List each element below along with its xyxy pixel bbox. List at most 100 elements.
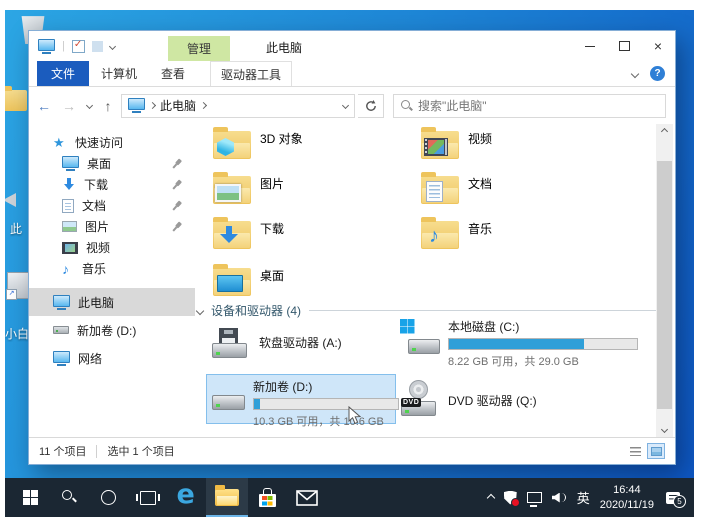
drive-info: 新加卷 (D:) 10.3 GB 可用，共 10.6 GB bbox=[253, 378, 399, 429]
desktop-folder-icon[interactable] bbox=[5, 86, 27, 111]
collapse-group-icon[interactable] bbox=[195, 306, 205, 315]
folder-videos[interactable]: 视频 bbox=[421, 126, 621, 166]
drive-local-c[interactable]: 本地磁盘 (C:) 8.22 GB 可用，共 29.0 GB bbox=[400, 318, 638, 369]
sidebar-item-network[interactable]: 网络 bbox=[29, 344, 195, 372]
computer-icon[interactable] bbox=[38, 38, 55, 54]
minimize-button[interactable] bbox=[573, 31, 607, 61]
sidebar-item-label: 快速访问 bbox=[75, 136, 124, 150]
sidebar-item-new-volume-d[interactable]: 新加卷 (D:) bbox=[29, 316, 195, 344]
vertical-scrollbar[interactable] bbox=[656, 124, 673, 437]
network-tray-button[interactable] bbox=[526, 492, 542, 503]
action-center-button[interactable]: 5 bbox=[666, 491, 686, 508]
group-header[interactable]: 设备和驱动器 (4) bbox=[195, 302, 667, 319]
taskbar-store-button[interactable] bbox=[248, 478, 287, 517]
recent-locations-chevron-icon[interactable] bbox=[83, 94, 95, 118]
desktop-shortcut-icon[interactable]: ↗ bbox=[6, 272, 30, 300]
expand-ribbon-icon[interactable] bbox=[630, 69, 640, 78]
capacity-bar-fill bbox=[254, 399, 260, 409]
drive-new-volume-d[interactable]: 新加卷 (D:) 10.3 GB 可用，共 10.6 GB bbox=[206, 374, 399, 428]
search-box[interactable] bbox=[393, 93, 666, 118]
back-button[interactable]: ← bbox=[33, 94, 55, 118]
window-title: 此电脑 bbox=[266, 41, 303, 55]
ribbon-tab-view[interactable]: 查看 bbox=[149, 61, 197, 86]
taskbar-start-button[interactable] bbox=[11, 478, 50, 517]
folder-3d-objects[interactable]: 3D 对象 bbox=[213, 126, 413, 166]
desktop-arrow-icon bbox=[5, 193, 16, 207]
forward-button[interactable]: → bbox=[58, 94, 80, 118]
address-toolbar: ← → ↑ 此电脑 bbox=[29, 87, 675, 124]
drive-name: 新加卷 (D:) bbox=[253, 380, 313, 394]
start-icon bbox=[23, 490, 38, 505]
address-bar[interactable]: 此电脑 bbox=[121, 93, 355, 118]
input-language-indicator[interactable]: 英 bbox=[577, 488, 590, 507]
capacity-text: 10.3 GB 可用，共 10.6 GB bbox=[253, 416, 384, 428]
sidebar-item-quick-access[interactable]: 快速访问 bbox=[29, 132, 195, 153]
maximize-button[interactable] bbox=[607, 31, 641, 61]
file-explorer-icon bbox=[215, 485, 239, 506]
folder-documents[interactable]: 文档 bbox=[421, 171, 621, 211]
breadcrumb[interactable]: 此电脑 bbox=[160, 97, 196, 114]
scrollbar-thumb[interactable] bbox=[657, 161, 672, 409]
taskbar-search-button[interactable] bbox=[50, 478, 89, 517]
sidebar-item-videos[interactable]: 视频 bbox=[29, 237, 195, 258]
drive-floppy-a[interactable]: 软盘驱动器 (A:) bbox=[211, 322, 342, 360]
checkbox-icon[interactable] bbox=[71, 39, 85, 53]
3d-objects-overlay-icon bbox=[217, 138, 234, 156]
documents-overlay-icon bbox=[426, 181, 443, 202]
up-button[interactable]: ↑ bbox=[98, 94, 118, 118]
sidebar-item-this-pc[interactable]: 此电脑 bbox=[29, 288, 195, 316]
system-drive-icon bbox=[400, 318, 442, 356]
folder-icon bbox=[421, 217, 459, 249]
drive-name: 本地磁盘 (C:) bbox=[448, 320, 520, 334]
breadcrumb-chevron-icon[interactable] bbox=[199, 101, 208, 110]
taskbar-file-explorer-button[interactable] bbox=[206, 478, 248, 517]
details-view-icon bbox=[629, 446, 641, 456]
tray-overflow-button[interactable] bbox=[486, 493, 495, 502]
sidebar-item-music[interactable]: 音乐 bbox=[29, 258, 195, 279]
chevron-up-icon bbox=[486, 493, 495, 502]
refresh-button[interactable] bbox=[358, 93, 384, 118]
sidebar-item-label: 此电脑 bbox=[78, 295, 115, 310]
status-bar: 11 个项目 选中 1 个项目 bbox=[29, 437, 675, 464]
titlebar: | 管理 此电脑 × bbox=[29, 31, 675, 61]
ribbon-tab-drive-tools[interactable]: 驱动器工具 bbox=[210, 61, 293, 86]
folder-desktop[interactable]: 桌面 bbox=[213, 263, 413, 303]
taskbar-buttons bbox=[11, 478, 326, 517]
security-tray-button[interactable] bbox=[503, 490, 520, 507]
help-icon[interactable]: ? bbox=[650, 66, 665, 81]
folder-pictures[interactable]: 图片 bbox=[213, 171, 413, 211]
taskbar-mail-button[interactable] bbox=[287, 478, 326, 517]
clock[interactable]: 16:44 2020/11/19 bbox=[600, 483, 654, 512]
scroll-up-button[interactable] bbox=[656, 124, 673, 139]
sidebar-item-documents[interactable]: 文档 bbox=[29, 195, 195, 216]
chevron-down-icon[interactable] bbox=[108, 42, 116, 50]
drive-dvd-q[interactable]: DVD DVD 驱动器 (Q:) bbox=[400, 380, 537, 418]
ribbon-tab-computer[interactable]: 计算机 bbox=[89, 61, 149, 86]
network-icon bbox=[526, 492, 542, 503]
close-button[interactable]: × bbox=[641, 31, 675, 61]
folder-downloads[interactable]: 下载 bbox=[213, 216, 413, 256]
large-icons-view-button[interactable] bbox=[647, 443, 665, 459]
volume-tray-button[interactable] bbox=[552, 492, 567, 504]
taskbar-task-view-button[interactable] bbox=[128, 478, 167, 517]
details-view-button[interactable] bbox=[626, 443, 644, 459]
drive-info: 软盘驱动器 (A:) bbox=[259, 322, 342, 351]
taskbar-edge-button[interactable] bbox=[167, 478, 206, 517]
downloads-overlay-icon bbox=[219, 226, 239, 246]
sidebar-item-pictures[interactable]: 图片 bbox=[29, 216, 195, 237]
search-input[interactable] bbox=[418, 98, 658, 113]
large-icons-view-icon bbox=[650, 446, 662, 456]
folder-music[interactable]: 音乐 bbox=[421, 216, 621, 256]
sidebar-item-downloads[interactable]: 下载 bbox=[29, 174, 195, 195]
ribbon-tab-file[interactable]: 文件 bbox=[37, 61, 90, 86]
address-dropdown-icon[interactable] bbox=[341, 101, 350, 110]
scroll-down-button[interactable] bbox=[656, 422, 673, 437]
group-header-rule bbox=[309, 310, 667, 311]
breadcrumb-chevron-icon[interactable] bbox=[148, 101, 157, 110]
picture-icon bbox=[62, 221, 77, 232]
sidebar: 快速访问桌面下载文档图片视频音乐此电脑新加卷 (D:) 网络 bbox=[29, 124, 195, 437]
taskbar-cortana-button[interactable] bbox=[89, 478, 128, 517]
sidebar-item-desktop[interactable]: 桌面 bbox=[29, 153, 195, 174]
blank-icon[interactable] bbox=[91, 40, 103, 52]
folder-label: 3D 对象 bbox=[260, 132, 303, 146]
